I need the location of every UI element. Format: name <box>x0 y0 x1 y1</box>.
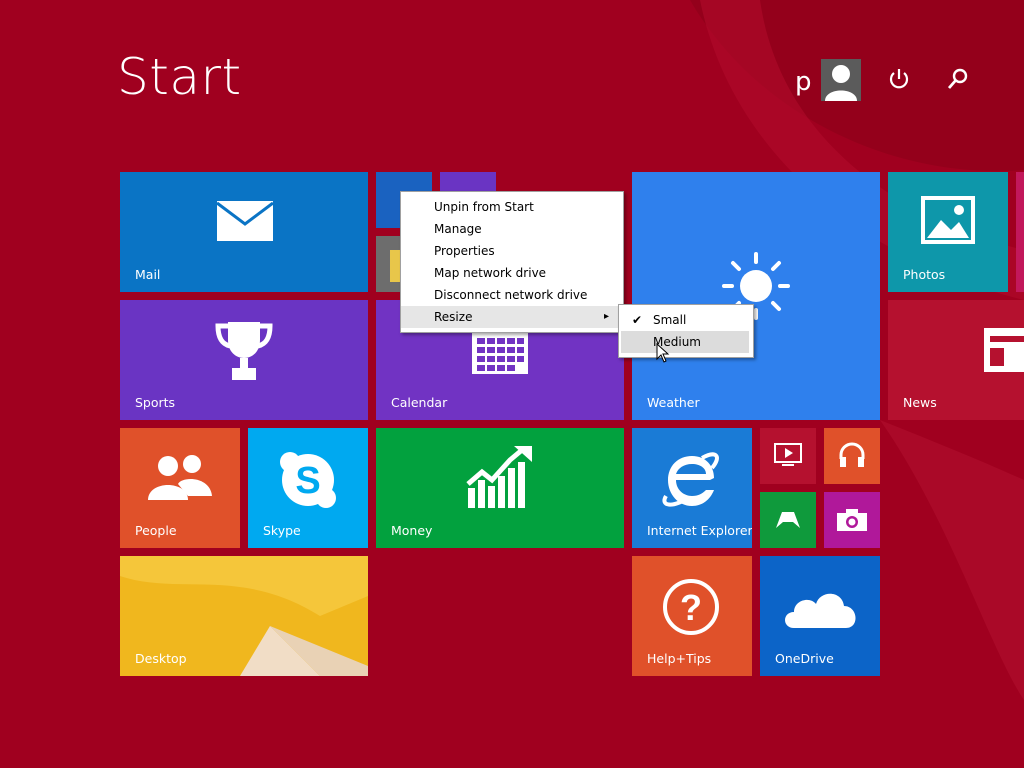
menu-item-unpin[interactable]: Unpin from Start <box>401 196 623 218</box>
news-icon <box>984 328 1024 376</box>
tile-video[interactable] <box>760 428 816 484</box>
menu-item-resize[interactable]: Resize ▸ <box>401 306 623 328</box>
tile-desktop[interactable]: Desktop <box>120 556 368 676</box>
svg-text:S: S <box>295 460 320 502</box>
power-icon[interactable] <box>886 66 912 92</box>
headphones-icon <box>838 441 866 473</box>
video-icon <box>774 443 802 471</box>
tile-label: Photos <box>903 267 946 282</box>
tile-news[interactable]: News <box>888 300 1024 420</box>
camera-icon <box>836 508 868 536</box>
submenu-item-label: Small <box>653 313 687 327</box>
checkmark-icon: ✔ <box>632 313 643 327</box>
tile-label: Weather <box>647 395 700 410</box>
trophy-icon <box>212 318 276 386</box>
tile-label: News <box>903 395 937 410</box>
people-icon <box>148 454 212 504</box>
page-title: Start <box>117 48 242 106</box>
tile-label: OneDrive <box>775 651 834 666</box>
tile-label: Calendar <box>391 395 448 410</box>
tile-onedrive[interactable]: OneDrive <box>760 556 880 676</box>
tile-people[interactable]: People <box>120 428 240 548</box>
tile-label: Skype <box>263 523 301 538</box>
tile-label: Sports <box>135 395 176 410</box>
menu-item-label: Resize <box>434 310 473 324</box>
xbox-icon <box>774 508 802 536</box>
tile-music[interactable] <box>824 428 880 484</box>
tile-games[interactable] <box>760 492 816 548</box>
tile-label: People <box>135 523 177 538</box>
tile-sports[interactable]: Sports <box>120 300 368 420</box>
tile-partial[interactable] <box>1016 172 1024 292</box>
menu-item-map-network-drive[interactable]: Map network drive <box>401 262 623 284</box>
mouse-cursor-icon <box>656 342 670 367</box>
skype-icon: S <box>278 450 338 514</box>
photos-icon <box>921 196 975 248</box>
menu-item-manage[interactable]: Manage <box>401 218 623 240</box>
money-chart-icon <box>466 444 536 514</box>
resize-submenu: ✔ Small Medium <box>618 304 754 358</box>
menu-item-disconnect-network-drive[interactable]: Disconnect network drive <box>401 284 623 306</box>
tile-mail[interactable]: Mail <box>120 172 368 292</box>
tile-weather[interactable]: Weather <box>632 172 880 420</box>
search-icon[interactable] <box>945 66 971 92</box>
tile-label: Desktop <box>135 651 187 666</box>
tile-skype[interactable]: S Skype <box>248 428 368 548</box>
cloud-icon <box>780 582 860 634</box>
chevron-right-icon: ▸ <box>603 311 609 322</box>
submenu-item-small[interactable]: ✔ Small <box>621 309 749 331</box>
tile-camera[interactable] <box>824 492 880 548</box>
calendar-icon <box>472 330 528 378</box>
tile-money[interactable]: Money <box>376 428 624 548</box>
internet-explorer-icon <box>662 450 720 512</box>
tile-label: Internet Explorer <box>647 523 752 538</box>
user-name[interactable]: p <box>795 67 812 97</box>
menu-item-properties[interactable]: Properties <box>401 240 623 262</box>
tile-label: Mail <box>135 267 161 282</box>
question-icon: ? <box>662 578 720 640</box>
user-avatar-icon[interactable] <box>821 59 861 101</box>
tile-label: Help+Tips <box>647 651 712 666</box>
tile-photos[interactable]: Photos <box>888 172 1008 292</box>
mail-icon <box>216 200 274 246</box>
tile-label: Money <box>391 523 433 538</box>
svg-text:?: ? <box>680 587 702 628</box>
context-menu: Unpin from Start Manage Properties Map n… <box>400 191 624 333</box>
submenu-item-medium[interactable]: Medium <box>621 331 749 353</box>
tile-internet-explorer[interactable]: Internet Explorer <box>632 428 752 548</box>
tile-help-tips[interactable]: ? Help+Tips <box>632 556 752 676</box>
